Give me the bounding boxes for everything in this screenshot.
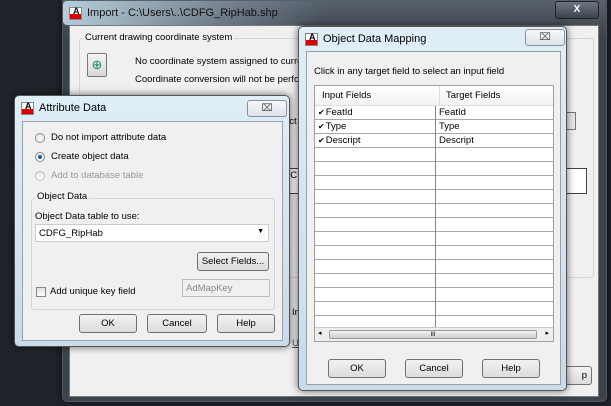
chevron-down-icon: ▼ [257,228,264,235]
table-row[interactable] [315,246,553,260]
target-field-cell[interactable]: FeatId [436,106,466,119]
radio-create-object-data[interactable] [35,152,45,162]
radio-add-to-database[interactable] [35,171,45,181]
table-row[interactable] [315,288,553,302]
target-field-cell[interactable] [436,190,439,203]
mapping-title: Object Data Mapping [323,33,427,45]
import-title: Import - C:\Users\..\CDFG_RipHab.shp [87,7,278,19]
object-data-group-label: Object Data [35,191,90,202]
coord-message-2: Coordinate conversion will not be perfor… [135,74,321,85]
input-field-cell[interactable] [315,162,318,175]
object-data-mapping-dialog: A Object Data Mapping ⌧ Click in any tar… [298,26,567,391]
target-field-cell[interactable]: Descript [436,134,474,147]
scroll-right-icon[interactable]: ▸ [545,329,549,337]
target-field-cell[interactable] [436,274,439,287]
autocad-logo-icon: A [21,101,34,115]
table-row[interactable] [315,260,553,274]
input-field-cell[interactable] [315,302,318,315]
input-field-cell[interactable] [315,232,318,245]
attribute-title: Attribute Data [39,102,107,114]
input-field-cell[interactable] [315,260,318,273]
input-field-cell[interactable] [315,274,318,287]
column-divider [435,106,436,327]
scroll-left-icon[interactable]: ◂ [318,329,322,337]
table-to-use-label: Object Data table to use: [35,211,140,222]
help-button[interactable]: Help [217,314,275,333]
unique-key-checkbox[interactable] [36,287,46,297]
check-icon[interactable]: ✔ [318,136,325,145]
input-field-cell[interactable]: ✔Descript [315,134,361,147]
target-field-cell[interactable] [436,302,439,315]
coordinate-system-button[interactable]: ⊕ [87,53,107,77]
target-field-cell[interactable] [436,162,439,175]
autocad-logo-icon: A [305,32,318,46]
partial-table-right [565,168,587,194]
table-row[interactable] [315,162,553,176]
ok-button[interactable]: OK [79,314,137,333]
import-close-button[interactable]: X [555,1,599,19]
mapping-instruction: Click in any target field to select an i… [314,66,505,77]
scroll-thumb[interactable]: III [329,330,537,339]
mapping-body: Click in any target field to select an i… [306,51,561,385]
target-field-cell[interactable] [436,288,439,301]
input-field-cell[interactable] [315,218,318,231]
target-field-cell[interactable] [436,246,439,259]
input-field-cell[interactable]: ✔FeatId [315,106,353,119]
select-fields-button[interactable]: Select Fields... [197,252,269,271]
globe-icon: ⊕ [91,57,103,72]
table-row[interactable] [315,218,553,232]
table-row[interactable] [315,148,553,162]
table-row[interactable] [315,302,553,316]
table-row[interactable]: ✔FeatId FeatId [315,106,553,120]
input-field-cell[interactable] [315,288,318,301]
coord-message-1: No coordinate system assigned to current… [135,56,322,67]
attribute-body: Do not import attribute data Create obje… [22,121,283,341]
table-row[interactable] [315,232,553,246]
horizontal-scrollbar[interactable]: ◂ III ▸ [315,327,553,341]
input-field-cell[interactable] [315,190,318,203]
help-button[interactable]: Help [482,359,540,378]
radio-do-not-import[interactable] [35,133,45,143]
input-field-cell[interactable]: ✔Type [315,120,346,133]
table-row[interactable]: ✔Descript Descript [315,134,553,148]
table-row[interactable] [315,274,553,288]
target-field-cell[interactable] [436,218,439,231]
check-icon[interactable]: ✔ [318,122,325,131]
target-field-cell[interactable] [436,176,439,189]
target-field-cell[interactable]: Type [436,120,460,133]
input-field-cell[interactable] [315,148,318,161]
ok-button[interactable]: OK [328,359,386,378]
unique-key-label: Add unique key field [50,286,136,297]
input-field-cell[interactable] [315,204,318,217]
grid-header: Input Fields Target Fields [315,86,553,106]
column-header-input[interactable]: Input Fields [319,89,371,102]
cancel-button[interactable]: Cancel [405,359,463,378]
key-field-input[interactable]: AdMapKey [182,279,270,297]
mapping-close-button[interactable]: ⌧ [525,29,565,46]
attribute-data-dialog: A Attribute Data ⌧ Do not import attribu… [14,95,290,347]
input-field-cell[interactable] [315,176,318,189]
target-field-cell[interactable] [436,204,439,217]
radio-label: Do not import attribute data [51,132,167,143]
attribute-close-button[interactable]: ⌧ [247,100,287,117]
import-titlebar: A Import - C:\Users\..\CDFG_RipHab.shp [63,1,323,25]
table-row[interactable] [315,190,553,204]
target-field-cell[interactable] [436,260,439,273]
target-field-cell[interactable] [436,232,439,245]
table-row[interactable]: ✔Type Type [315,120,553,134]
radio-label: Create object data [51,151,129,162]
autocad-logo-icon: A [69,6,82,20]
column-header-target[interactable]: Target Fields [439,86,500,106]
input-field-cell[interactable] [315,246,318,259]
radio-label: Add to database table [51,170,144,181]
coord-group-label: Current drawing coordinate system [83,32,235,43]
check-icon[interactable]: ✔ [318,108,325,117]
table-row[interactable] [315,176,553,190]
table-row[interactable] [315,204,553,218]
cancel-button[interactable]: Cancel [147,314,207,333]
field-mapping-grid: Input Fields Target Fields ✔FeatId FeatId… [314,85,554,342]
object-data-table-select[interactable]: CDFG_RipHab ▼ [35,224,269,242]
target-field-cell[interactable] [436,148,439,161]
